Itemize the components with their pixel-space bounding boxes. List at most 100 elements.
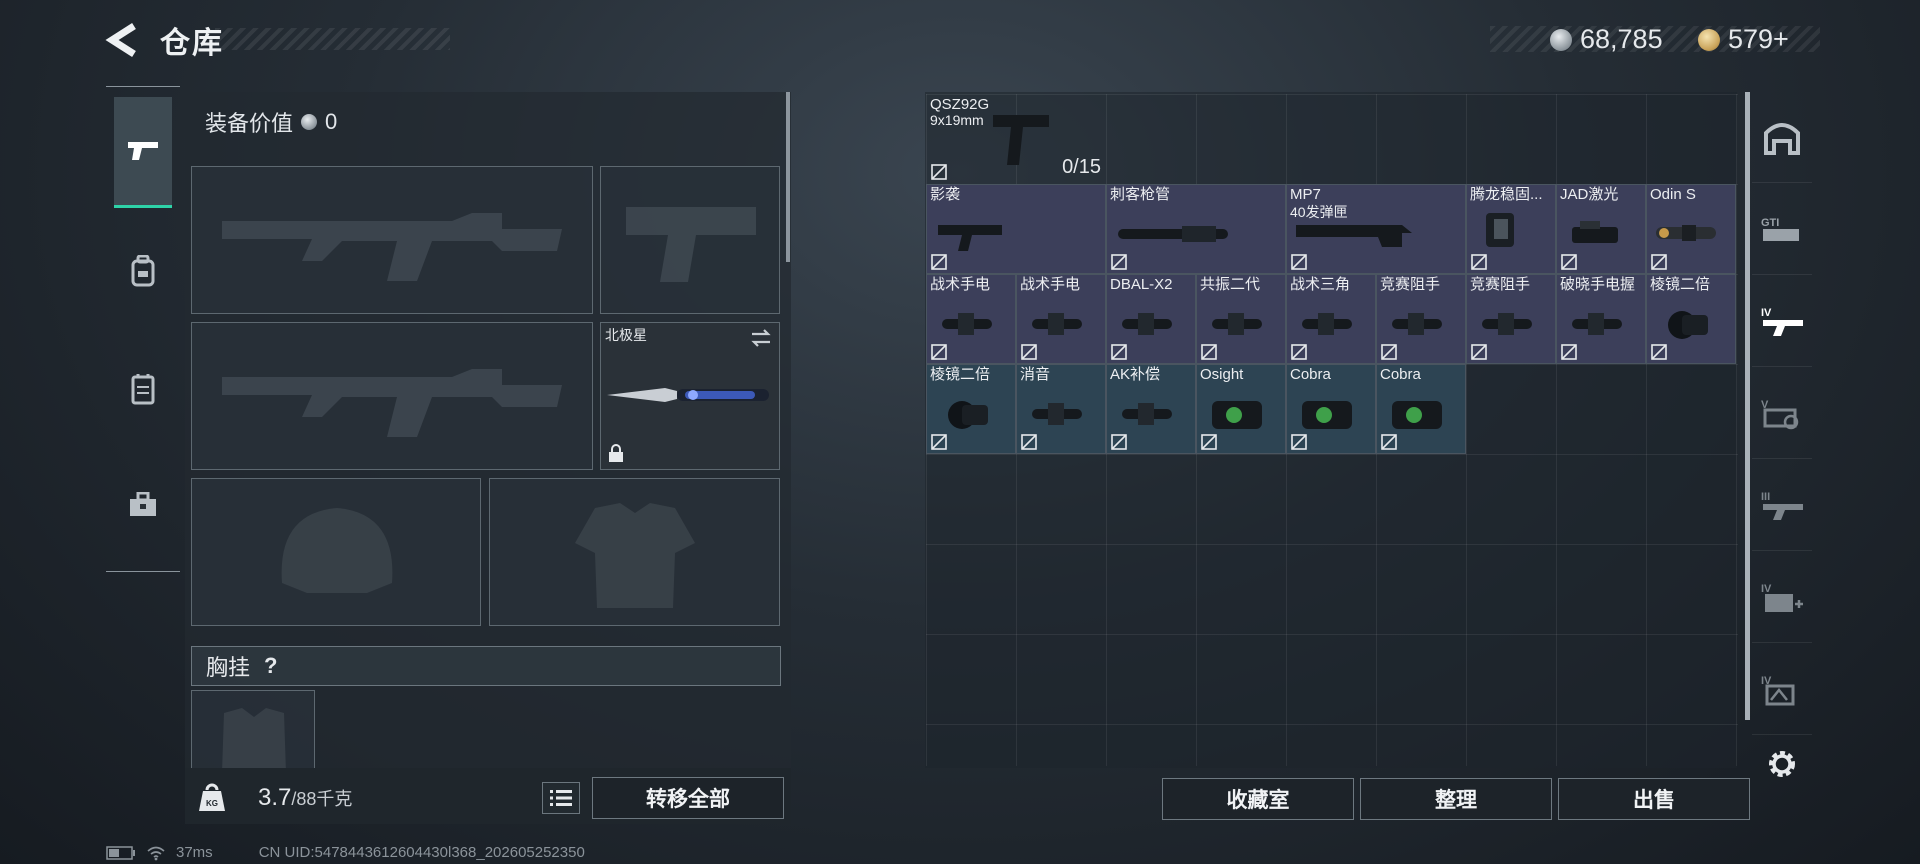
list-view-button[interactable] xyxy=(542,782,580,814)
no-insurance-icon xyxy=(1111,344,1127,360)
secondary-weapon-slot[interactable] xyxy=(191,322,593,470)
stash-item[interactable]: 腾龙稳固... xyxy=(1466,184,1556,274)
stash-item[interactable]: 棱镜二倍 xyxy=(1646,274,1736,364)
help-icon[interactable]: ? xyxy=(264,653,277,679)
tier4-weapon-icon: IV xyxy=(1761,307,1803,336)
item-image-icon xyxy=(1296,225,1412,247)
stash-item[interactable]: Odin S xyxy=(1646,184,1736,274)
stash-item[interactable]: MP7 40发弹匣 xyxy=(1286,184,1466,274)
silver-amount: 68,785 xyxy=(1580,24,1663,54)
stash-item-ammo[interactable]: QSZ92G 9x19mm 0/15 xyxy=(926,94,1106,184)
vest-icon xyxy=(131,374,155,405)
back-button[interactable] xyxy=(104,20,140,60)
svg-text:IV: IV xyxy=(1761,583,1772,595)
sidearm-slot[interactable] xyxy=(600,166,780,314)
wifi-icon xyxy=(147,846,165,860)
tab-bunker[interactable] xyxy=(1752,92,1812,183)
item-name: 战术手电 xyxy=(1020,276,1081,293)
no-insurance-icon xyxy=(1651,254,1667,270)
no-insurance-icon xyxy=(1471,254,1487,270)
stash-item[interactable]: 消音 xyxy=(1016,364,1106,454)
item-name: 战术三角 xyxy=(1290,276,1351,293)
stash-item[interactable]: 战术手电 xyxy=(1016,274,1106,364)
stash-item[interactable]: 刺客枪管 xyxy=(1106,184,1286,274)
armor-slot[interactable] xyxy=(489,478,780,626)
bunker-icon xyxy=(1764,123,1800,155)
stash-item[interactable]: 棱镜二倍 xyxy=(926,364,1016,454)
stash-item[interactable]: 竞赛阻手 xyxy=(1466,274,1556,364)
stash-item[interactable]: AK补偿 xyxy=(1106,364,1196,454)
primary-weapon-slot[interactable] xyxy=(191,166,593,314)
stash-item[interactable]: 共振二代 xyxy=(1196,274,1286,364)
no-insurance-icon xyxy=(931,254,947,270)
tab-tier3-weapon[interactable]: III xyxy=(1752,460,1812,551)
weight-icon: KG xyxy=(199,783,225,811)
item-name: MP7 xyxy=(1290,186,1321,203)
item-name: Cobra xyxy=(1380,366,1421,383)
no-insurance-icon xyxy=(1381,434,1397,450)
item-name: 棱镜二倍 xyxy=(930,366,991,383)
swap-icon[interactable] xyxy=(749,327,773,349)
loadout-scrollbar[interactable] xyxy=(786,92,790,262)
item-name: DBAL-X2 xyxy=(1110,276,1173,293)
tab-toolbox[interactable] xyxy=(114,451,172,559)
equipment-value-label: 装备价值 xyxy=(205,111,294,136)
sell-button[interactable]: 出售 xyxy=(1558,778,1750,820)
item-name: AK补偿 xyxy=(1110,366,1161,383)
category-tabs: GTI IV V III IV IV xyxy=(1752,92,1812,792)
tab-tier4-medical[interactable]: IV xyxy=(1752,552,1812,643)
tab-tier5-gear[interactable]: V xyxy=(1752,368,1812,459)
transfer-all-button[interactable]: 转移全部 xyxy=(592,777,784,819)
chest-rig-slot[interactable] xyxy=(191,690,315,770)
gold-currency[interactable]: 579+ xyxy=(1698,24,1789,55)
item-name: 腾龙稳固... xyxy=(1470,186,1543,203)
equipment-value: 装备价值 0 xyxy=(205,106,337,138)
tier4-medical-icon: IV xyxy=(1761,583,1803,612)
no-insurance-icon xyxy=(1201,434,1217,450)
tab-weapons[interactable] xyxy=(114,97,172,208)
stash-item[interactable]: JAD激光 xyxy=(1556,184,1646,274)
collection-room-button[interactable]: 收藏室 xyxy=(1162,778,1354,820)
item-caliber: 9x19mm xyxy=(930,112,984,128)
body-armor-silhouette-icon xyxy=(575,503,695,608)
chest-rig-label: 胸挂 xyxy=(206,655,251,680)
tab-gti[interactable]: GTI xyxy=(1752,184,1812,275)
tier5-gear-icon: V xyxy=(1761,399,1799,430)
stash-item[interactable]: 破晓手电握 xyxy=(1556,274,1646,364)
weight-capacity: /88千克 xyxy=(291,789,353,809)
gun-icon xyxy=(128,142,158,160)
item-image-icon xyxy=(938,225,1002,251)
melee-slot[interactable]: 北极星 xyxy=(600,322,780,470)
tab-vest[interactable] xyxy=(114,335,172,443)
backpack-icon xyxy=(131,255,155,287)
stash-item[interactable]: DBAL-X2 xyxy=(1106,274,1196,364)
silver-currency: 68,785 xyxy=(1550,24,1663,55)
stash-item[interactable]: 竞赛阻手 xyxy=(1376,274,1466,364)
stash-item[interactable]: Cobra xyxy=(1286,364,1376,454)
tab-tier4-misc[interactable]: IV xyxy=(1752,644,1812,735)
sort-button[interactable]: 整理 xyxy=(1360,778,1552,820)
tier4-misc-icon: IV xyxy=(1761,675,1795,706)
helmet-slot[interactable] xyxy=(191,478,481,626)
stash-grid[interactable]: QSZ92G 9x19mm 0/15 影袭 刺客枪管 MP7 40发弹匣 腾龙稳固...… xyxy=(926,94,1738,766)
no-insurance-icon xyxy=(1381,344,1397,360)
svg-text:IV: IV xyxy=(1761,307,1772,319)
stash-item[interactable]: 影袭 xyxy=(926,184,1106,274)
ping: 37ms xyxy=(176,844,213,861)
stash-item[interactable]: Cobra xyxy=(1376,364,1466,454)
stash-scrollbar[interactable] xyxy=(1745,92,1750,720)
tab-backpack[interactable] xyxy=(114,217,172,325)
no-insurance-icon xyxy=(1561,254,1577,270)
no-insurance-icon xyxy=(1291,254,1307,270)
svg-text:KG: KG xyxy=(206,799,218,808)
stash-item[interactable]: 战术三角 xyxy=(1286,274,1376,364)
stash-item[interactable]: Osight xyxy=(1196,364,1286,454)
no-insurance-icon xyxy=(931,344,947,360)
knife-icon xyxy=(607,388,769,402)
tab-tier4-weapon[interactable]: IV xyxy=(1752,276,1812,367)
silver-coin-icon xyxy=(301,114,318,130)
settings-button[interactable] xyxy=(1752,736,1812,792)
stash-item[interactable]: 战术手电 xyxy=(926,274,1016,364)
status-bar: 37ms CN UID:5478443612604430l368_2026052… xyxy=(106,844,585,861)
tier3-weapon-icon: III xyxy=(1761,491,1803,520)
